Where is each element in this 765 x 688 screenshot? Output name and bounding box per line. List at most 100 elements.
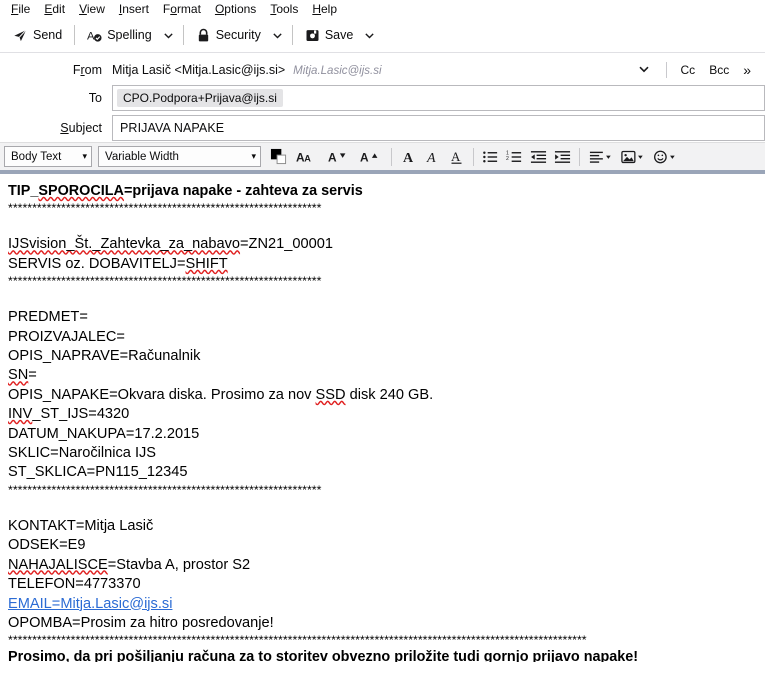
- to-input[interactable]: CPO.Podpora+Prijava@ijs.si: [112, 85, 765, 111]
- spellcheck-icon: A: [87, 28, 102, 43]
- message-line: EMAIL=Mitja.Lasic@ijs.si: [8, 595, 755, 614]
- formatting-toolbar: Body Text ▾ Variable Width ▾ AA A A A A …: [0, 142, 765, 170]
- insert-image-button[interactable]: [617, 146, 648, 168]
- from-label: From: [0, 63, 112, 77]
- outdent-icon[interactable]: [527, 146, 550, 168]
- chevron-down-icon: ▾: [251, 151, 256, 162]
- security-button[interactable]: Security: [189, 22, 268, 48]
- message-body-editor[interactable]: TIP_SPOROCILA=prijava napake - zahteva z…: [0, 174, 765, 662]
- toolbar-separator-1: [74, 25, 75, 45]
- message-separator-line: ****************************************…: [8, 274, 755, 289]
- message-line: NAHAJALISCE=Stavba A, prostor S2: [8, 556, 755, 575]
- message-line: TELEFON=4773370: [8, 575, 755, 594]
- from-value-container[interactable]: Mitja Lasič <Mitja.Lasic@ijs.si> Mitja.L…: [112, 60, 765, 80]
- send-button[interactable]: Send: [6, 22, 69, 48]
- more-recipients-button[interactable]: »: [737, 60, 757, 80]
- svg-text:A: A: [426, 151, 436, 165]
- emoji-button[interactable]: [649, 146, 680, 168]
- spellcheck-underline: IJSvision_Št._Zahtevka_za_nabavo: [8, 236, 240, 252]
- recipient-pill[interactable]: CPO.Podpora+Prijava@ijs.si: [117, 89, 283, 107]
- increase-font-size-icon[interactable]: A: [355, 146, 386, 168]
- message-line: OPIS_NAPAKE=Okvara diska. Prosimo za nov…: [8, 386, 755, 405]
- indent-icon[interactable]: [551, 146, 574, 168]
- save-dropdown-button[interactable]: [360, 22, 379, 48]
- email-link[interactable]: EMAIL=Mitja.Lasic@ijs.si: [8, 596, 172, 612]
- spellcheck-underline: INV: [8, 406, 32, 422]
- spelling-label: Spelling: [107, 28, 151, 42]
- menu-bar: File Edit View Insert Format Options Too…: [0, 0, 765, 18]
- spellcheck-underline: SPOROCILA: [38, 183, 124, 199]
- paragraph-style-value: Body Text: [11, 151, 61, 163]
- message-line: [8, 498, 755, 517]
- message-line: SN=: [8, 366, 755, 385]
- spellcheck-underline: SHIFT: [186, 256, 228, 272]
- subject-row: Subject PRIJAVA NAPAKE: [0, 114, 765, 142]
- message-line: [8, 289, 755, 308]
- font-color-icon[interactable]: AA: [291, 146, 322, 168]
- font-family-value: Variable Width: [105, 151, 179, 163]
- spelling-button[interactable]: A Spelling: [80, 22, 158, 48]
- security-label: Security: [216, 28, 261, 42]
- send-label: Send: [33, 28, 62, 42]
- numbered-list-icon[interactable]: 12: [503, 146, 526, 168]
- from-dropdown-button[interactable]: [630, 61, 658, 80]
- security-dropdown-button[interactable]: [268, 22, 287, 48]
- message-line: OPIS_NAPRAVE=Računalnik: [8, 347, 755, 366]
- message-line: KONTAKT=Mitja Lasič: [8, 517, 755, 536]
- text-color-swatch[interactable]: [267, 146, 290, 168]
- menu-item-file[interactable]: File: [4, 1, 37, 18]
- toolbar-separator-3: [292, 25, 293, 45]
- spelling-dropdown-button[interactable]: [159, 22, 178, 48]
- subject-value: PRIJAVA NAPAKE: [117, 121, 224, 135]
- subject-input[interactable]: PRIJAVA NAPAKE: [112, 115, 765, 141]
- message-line: PREDMET=: [8, 308, 755, 327]
- compose-toolbar: Send A Spelling Security Save: [0, 18, 765, 52]
- save-label: Save: [325, 28, 354, 42]
- svg-text:2: 2: [506, 155, 509, 161]
- underline-icon[interactable]: A: [445, 146, 468, 168]
- message-line: PROIZVAJALEC=: [8, 328, 755, 347]
- svg-text:A: A: [328, 150, 337, 164]
- chevron-down-icon: ▾: [82, 151, 87, 162]
- message-line: INV_ST_IJS=4320: [8, 405, 755, 424]
- menu-item-view[interactable]: View: [72, 1, 112, 18]
- spellcheck-underline: SSD: [316, 387, 346, 403]
- menu-item-help[interactable]: Help: [305, 1, 344, 18]
- menu-item-options[interactable]: Options: [208, 1, 263, 18]
- spellcheck-underline: NAHAJALISCE: [8, 557, 108, 573]
- bold-icon[interactable]: A: [397, 146, 420, 168]
- message-separator-line: ****************************************…: [8, 633, 755, 648]
- svg-text:A: A: [304, 153, 311, 163]
- format-separator-3: [579, 148, 580, 166]
- save-button[interactable]: Save: [298, 22, 361, 48]
- spellcheck-underline: SN: [8, 367, 28, 383]
- chevron-down-icon: [364, 30, 375, 41]
- svg-text:A: A: [451, 149, 461, 164]
- message-line: IJSvision_Št._Zahtevka_za_nabavo=ZN21_00…: [8, 235, 755, 254]
- menu-item-tools[interactable]: Tools: [263, 1, 305, 18]
- svg-text:A: A: [403, 151, 414, 165]
- bcc-button[interactable]: Bcc: [703, 61, 735, 79]
- compose-headers: From Mitja Lasič <Mitja.Lasic@ijs.si> Mi…: [0, 52, 765, 142]
- message-line: DATUM_NAKUPA=17.2.2015: [8, 425, 755, 444]
- menu-item-edit[interactable]: Edit: [37, 1, 72, 18]
- from-row: From Mitja Lasič <Mitja.Lasic@ijs.si> Mi…: [0, 56, 765, 84]
- cc-button[interactable]: Cc: [675, 61, 702, 79]
- bullet-list-icon[interactable]: [479, 146, 502, 168]
- header-separator: [666, 62, 667, 78]
- from-identity: Mitja Lasič <Mitja.Lasic@ijs.si>: [112, 63, 285, 77]
- menu-item-format[interactable]: Format: [156, 1, 208, 18]
- font-family-select[interactable]: Variable Width ▾: [98, 146, 261, 167]
- align-button[interactable]: [585, 146, 616, 168]
- format-separator-1: [391, 148, 392, 166]
- menu-item-insert[interactable]: Insert: [112, 1, 156, 18]
- floppy-disk-icon: [305, 28, 320, 43]
- decrease-font-size-icon[interactable]: A: [323, 146, 354, 168]
- italic-icon[interactable]: A: [421, 146, 444, 168]
- message-line: SKLIC=Naročilnica IJS: [8, 444, 755, 463]
- paragraph-style-select[interactable]: Body Text ▾: [4, 146, 92, 167]
- message-line: Prosimo, da pri pošiljanju računa za to …: [8, 648, 755, 662]
- svg-text:A: A: [360, 150, 369, 164]
- message-line: OPOMBA=Prosim za hitro posredovanje!: [8, 614, 755, 633]
- message-line: ODSEK=E9: [8, 536, 755, 555]
